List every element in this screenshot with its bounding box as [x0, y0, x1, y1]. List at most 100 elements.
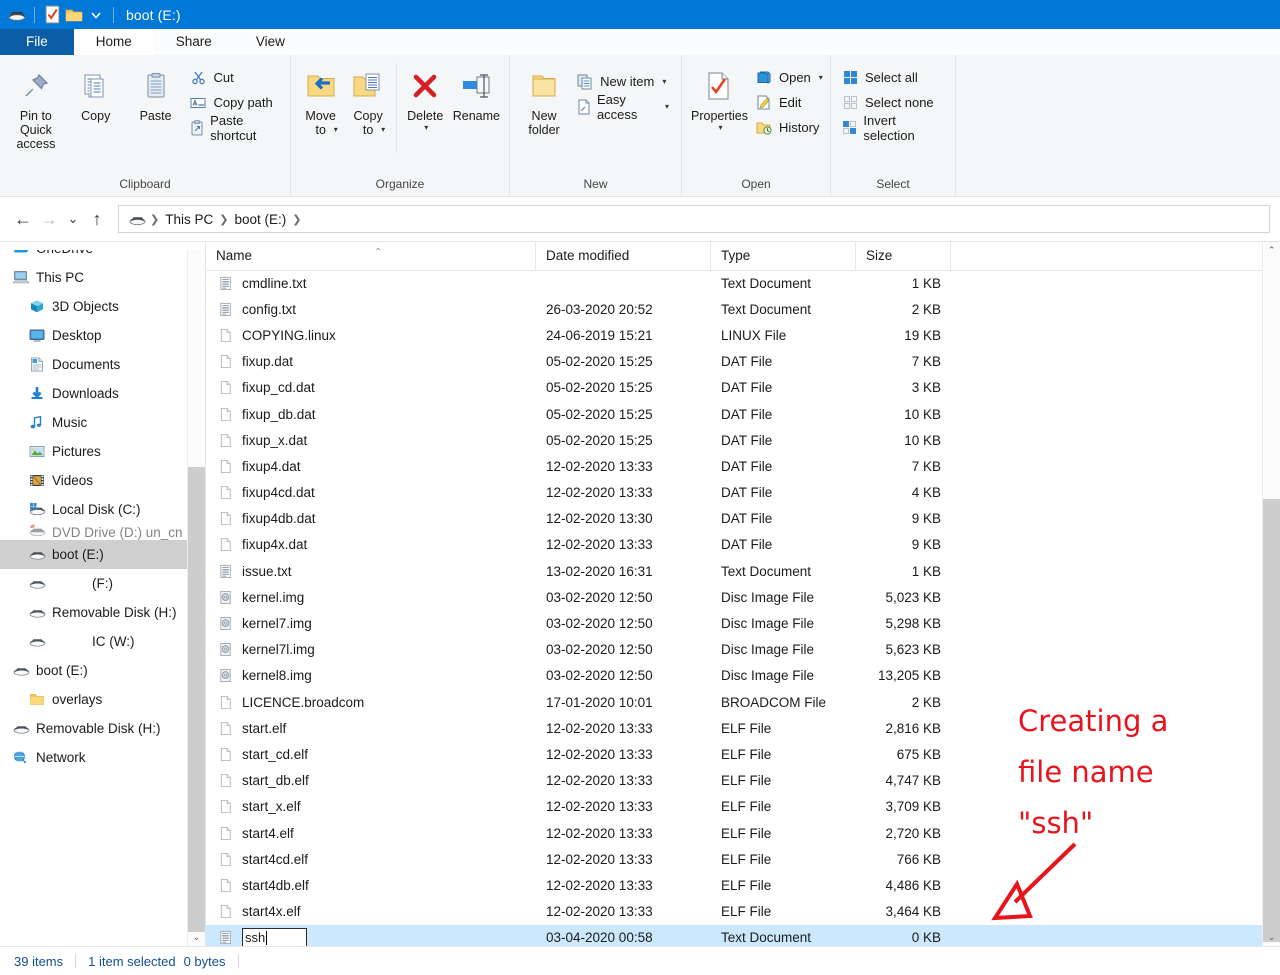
sidebar-item-documents[interactable]: Documents [0, 350, 205, 379]
table-row[interactable]: start_x.elf 12-02-2020 13:33 ELF File 3,709… [206, 794, 1280, 820]
nav-scroll-down-icon[interactable]: ⌄ [188, 929, 205, 946]
table-row[interactable]: kernel7l.img 03-02-2020 12:50 Disc Image F… [206, 637, 1280, 663]
sidebar-item-pictures[interactable]: Pictures [0, 437, 205, 466]
new-folder-button[interactable]: New folder [516, 63, 572, 139]
new-folder-icon[interactable] [63, 4, 85, 26]
table-row[interactable]: fixup4.dat 12-02-2020 13:33 DAT File 7 KB [206, 453, 1280, 479]
invert-selection-button[interactable]: Invert selection [837, 113, 949, 143]
select-all-button[interactable]: Select all [837, 65, 949, 90]
rename-button[interactable]: Rename [450, 63, 503, 125]
up-arrow-icon[interactable]: ↑ [84, 206, 110, 232]
sidebar-item-removable-disk-h[interactable]: Removable Disk (H:) [0, 598, 205, 627]
sidebar-item-this-pc[interactable]: This PC [0, 263, 205, 292]
open-dropdown-icon[interactable]: ▾ [819, 73, 823, 82]
cut-button[interactable]: Cut [185, 65, 284, 90]
sidebar-item-ic-w[interactable]: IC (W:) [0, 627, 205, 656]
sidebar-item-videos[interactable]: Videos [0, 466, 205, 495]
table-row[interactable]: cmdline.txt Text Document 1 KB [206, 270, 1280, 296]
table-row[interactable]: start4cd.elf 12-02-2020 13:33 ELF File 766 … [206, 846, 1280, 872]
file-scroll-up-icon[interactable]: ⌃ [1263, 242, 1280, 259]
sidebar-item-f[interactable]: (F:) [0, 569, 205, 598]
customize-dropdown-icon[interactable] [85, 4, 107, 26]
tab-share[interactable]: Share [153, 29, 234, 55]
delete-dropdown-icon[interactable]: ▾ [424, 123, 428, 132]
sidebar-item-boot-e[interactable]: boot (E:) [0, 540, 205, 569]
table-row-renaming[interactable]: ssh 03-04-2020 00:58 Text Document 0 KB [206, 924, 1280, 946]
sidebar-item-removable-disk-h[interactable]: Removable Disk (H:) [0, 714, 205, 743]
move-to-dropdown-icon[interactable]: ▾ [334, 125, 338, 134]
column-header-name[interactable]: Name ⌃ [206, 242, 536, 270]
address-input[interactable]: ❯ This PC ❯ boot (E:) ❯ [118, 205, 1270, 233]
breadcrumb-separator-1[interactable]: ❯ [217, 213, 230, 226]
table-row[interactable]: kernel.img 03-02-2020 12:50 Disc Image Fil… [206, 584, 1280, 610]
breadcrumb-this-pc[interactable]: This PC [161, 212, 217, 227]
table-row[interactable]: fixup4cd.dat 12-02-2020 13:33 DAT File 4 KB [206, 480, 1280, 506]
table-row[interactable]: issue.txt 13-02-2020 16:31 Text Document 1 … [206, 558, 1280, 584]
table-row[interactable]: kernel7.img 03-02-2020 12:50 Disc Image Fi… [206, 610, 1280, 636]
pin-to-quick-access-button[interactable]: Pin to Quick access [6, 63, 66, 153]
new-item-button[interactable]: New item ▾ [572, 69, 675, 94]
easy-access-dropdown-icon[interactable]: ▾ [665, 102, 669, 111]
table-row[interactable]: fixup.dat 05-02-2020 15:25 DAT File 7 KB [206, 349, 1280, 375]
copy-path-button[interactable]: Copy path [185, 90, 284, 115]
delete-button[interactable]: Delete ▾ [401, 63, 450, 134]
properties-icon[interactable] [41, 4, 63, 26]
tab-file[interactable]: File [0, 29, 74, 55]
table-row[interactable]: start4x.elf 12-02-2020 13:33 ELF File 3,464… [206, 899, 1280, 925]
table-row[interactable]: start_cd.elf 12-02-2020 13:33 ELF File 675 … [206, 741, 1280, 767]
drive-icon[interactable] [6, 4, 28, 26]
back-arrow-icon[interactable]: ← [10, 206, 36, 232]
table-row[interactable]: fixup_db.dat 05-02-2020 15:25 DAT File 10 K… [206, 401, 1280, 427]
edit-button[interactable]: Edit [751, 90, 829, 115]
table-row[interactable]: COPYING.linux 24-06-2019 15:21 LINUX File 1… [206, 322, 1280, 348]
table-row[interactable]: config.txt 26-03-2020 20:52 Text Document 2… [206, 296, 1280, 322]
table-row[interactable]: start4.elf 12-02-2020 13:33 ELF File 2,720 … [206, 820, 1280, 846]
column-header-type[interactable]: Type [711, 242, 856, 270]
properties-dropdown-icon[interactable]: ▾ [718, 123, 722, 132]
sidebar-item-dvd-drive-d-un-cn[interactable]: DVD Drive (D:) un_cn [0, 524, 205, 540]
history-button[interactable]: History [751, 115, 829, 140]
sidebar-item-local-disk-c[interactable]: Local Disk (C:) [0, 495, 205, 524]
column-header-size[interactable]: Size [856, 242, 951, 270]
table-row[interactable]: LICENCE.broadcom 17-01-2020 10:01 BROADCOM… [206, 689, 1280, 715]
breadcrumb-separator-2[interactable]: ❯ [290, 213, 303, 226]
nav-pane-scrollbar[interactable]: ⌃ ⌄ [187, 242, 205, 946]
sidebar-item-music[interactable]: Music [0, 408, 205, 437]
tab-home[interactable]: Home [73, 29, 154, 55]
column-header-date-modified[interactable]: Date modified [536, 242, 711, 270]
recent-locations-icon[interactable]: ⌄ [62, 206, 84, 232]
move-to-button[interactable]: Move to ▾ [297, 63, 344, 137]
table-row[interactable]: start4db.elf 12-02-2020 13:33 ELF File 4,48… [206, 872, 1280, 898]
table-row[interactable]: kernel8.img 03-02-2020 12:50 Disc Image Fi… [206, 663, 1280, 689]
breadcrumb-boot-e[interactable]: boot (E:) [230, 212, 290, 227]
properties-button[interactable]: Properties ▾ [688, 63, 751, 134]
tab-view[interactable]: View [233, 29, 307, 55]
select-none-button[interactable]: Select none [837, 90, 949, 115]
copy-to-dropdown-icon[interactable]: ▾ [381, 125, 385, 134]
nav-scrollbar-thumb[interactable] [188, 467, 205, 932]
breadcrumb-separator-0[interactable]: ❯ [148, 213, 161, 226]
new-item-dropdown-icon[interactable]: ▾ [662, 77, 666, 86]
sidebar-item-downloads[interactable]: Downloads [0, 379, 205, 408]
copy-to-button[interactable]: Copy to ▾ [344, 63, 391, 137]
table-row[interactable]: fixup4x.dat 12-02-2020 13:33 DAT File 9 KB [206, 532, 1280, 558]
table-row[interactable]: start.elf 12-02-2020 13:33 ELF File 2,816 K… [206, 715, 1280, 741]
easy-access-button[interactable]: Easy access ▾ [572, 92, 675, 122]
rename-input[interactable]: ssh [242, 927, 307, 946]
sidebar-item-boot-e[interactable]: boot (E:) [0, 656, 205, 685]
sidebar-item-3d-objects[interactable]: 3D Objects [0, 292, 205, 321]
open-button[interactable]: Open ▾ [751, 65, 829, 90]
sidebar-item-desktop[interactable]: Desktop [0, 321, 205, 350]
forward-arrow-icon[interactable]: → [36, 206, 62, 232]
table-row[interactable]: fixup4db.dat 12-02-2020 13:30 DAT File 9 KB [206, 506, 1280, 532]
file-list-scrollbar[interactable]: ⌃ ⌄ [1262, 242, 1280, 946]
paste-button[interactable]: Paste [126, 63, 186, 125]
file-scroll-down-icon[interactable]: ⌄ [1263, 929, 1280, 946]
sidebar-item-network[interactable]: Network [0, 743, 205, 772]
paste-shortcut-button[interactable]: Paste shortcut [185, 113, 284, 143]
table-row[interactable]: fixup_cd.dat 05-02-2020 15:25 DAT File 3 KB [206, 375, 1280, 401]
copy-button[interactable]: Copy [66, 63, 126, 125]
sidebar-item-overlays[interactable]: overlays [0, 685, 205, 714]
file-scrollbar-thumb[interactable] [1263, 499, 1280, 942]
table-row[interactable]: fixup_x.dat 05-02-2020 15:25 DAT File 10 KB [206, 427, 1280, 453]
